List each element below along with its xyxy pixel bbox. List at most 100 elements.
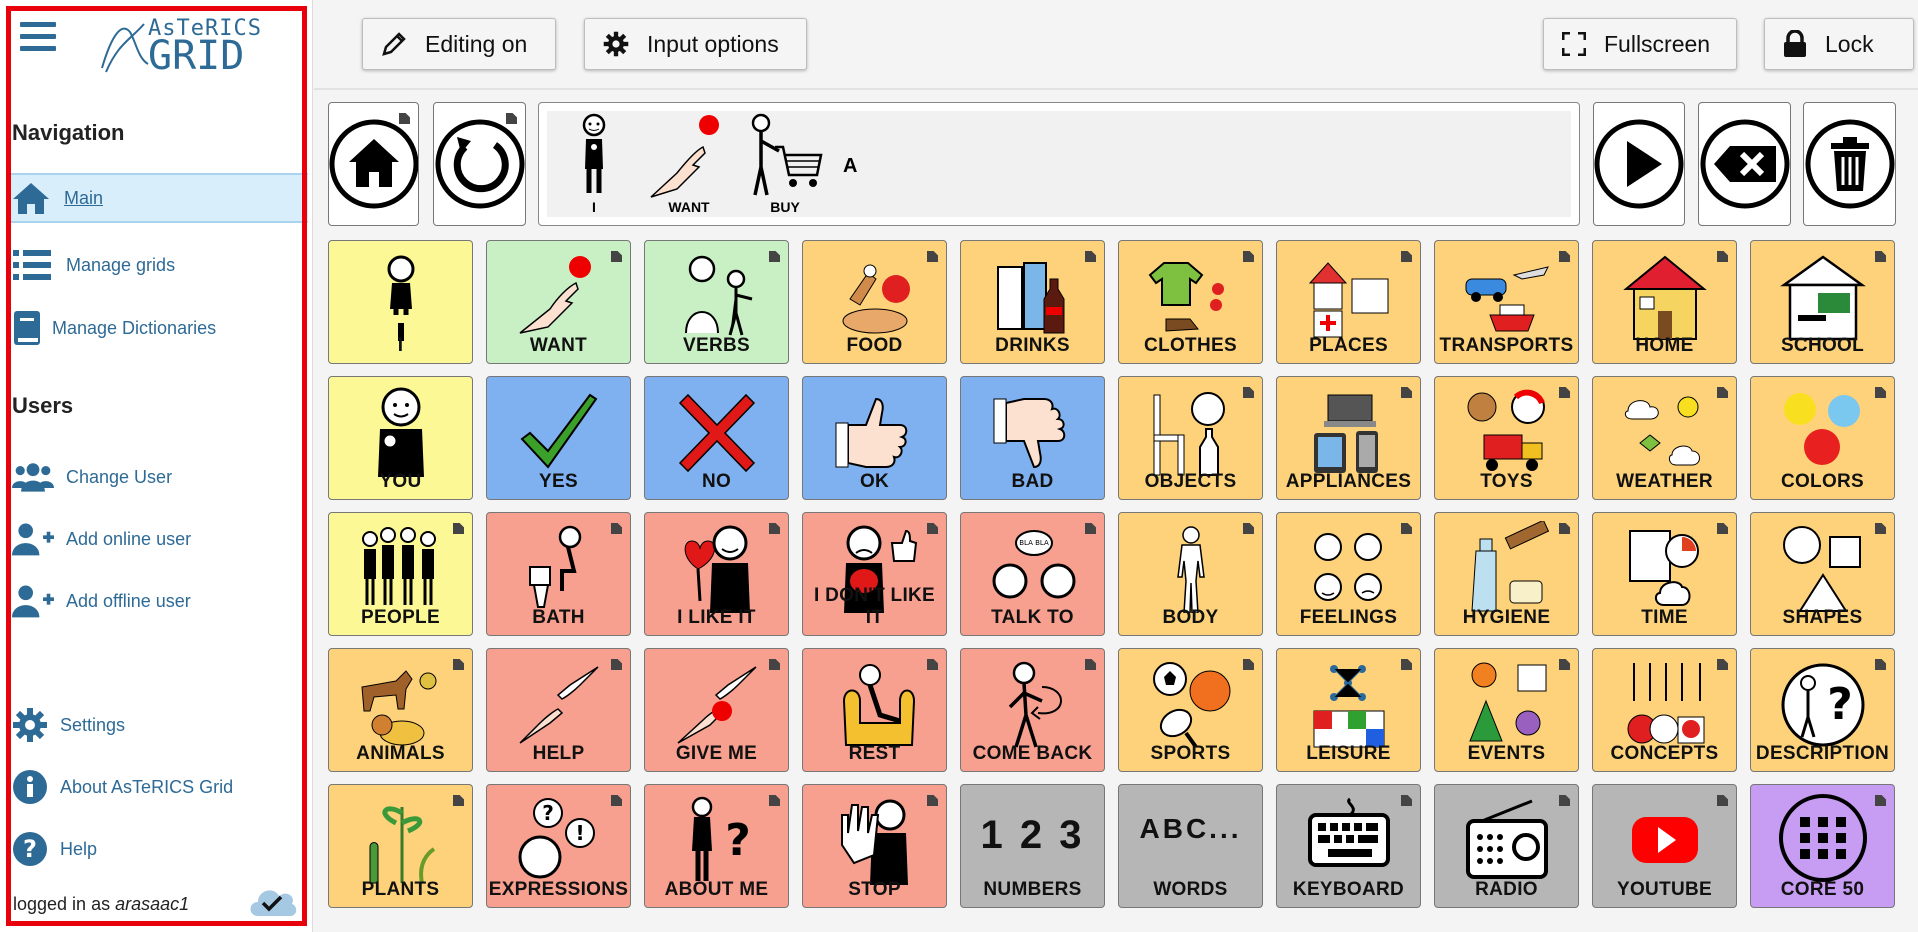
toys-icon [1467, 389, 1545, 471]
grid-cell-about-me[interactable]: ? ABOUT ME [644, 784, 789, 908]
grid-cell-description[interactable]: ? DESCRIPTION [1750, 648, 1895, 772]
grid-cell-home[interactable]: HOME [1592, 240, 1737, 364]
lock-button[interactable]: Lock [1764, 18, 1914, 70]
home-button[interactable] [328, 102, 419, 226]
grid-cell-plants[interactable]: PLANTS [328, 784, 473, 908]
grid-cell-label: SHAPES [1782, 607, 1863, 628]
grid-cell-colors[interactable]: COLORS [1750, 376, 1895, 500]
grid-cell-school[interactable]: SCHOOL [1750, 240, 1895, 364]
come-back-icon [1008, 661, 1062, 748]
sidebar-item-settings[interactable]: Settings [12, 700, 304, 750]
grid-cell-events[interactable]: EVENTS [1434, 648, 1579, 772]
grid-cell-bad[interactable]: BAD [960, 376, 1105, 500]
grid-cell-label: APPLIANCES [1285, 471, 1412, 492]
grid-cell-label: DESCRIPTION [1755, 743, 1890, 764]
grid-cell-i-don-t-like-it[interactable]: I DON'T LIKE IT [802, 512, 947, 636]
grid-cell-keyboard[interactable]: KEYBOARD [1276, 784, 1421, 908]
question-icon: ? [12, 829, 48, 869]
grid-cell-stop[interactable]: STOP [802, 784, 947, 908]
grid-cell-verbs[interactable]: VERBS [644, 240, 789, 364]
undo-button[interactable] [433, 102, 526, 226]
grid-cell-core-50[interactable]: CORE 50 [1750, 784, 1895, 908]
grid-cell-feelings[interactable]: FEELINGS [1276, 512, 1421, 636]
sidebar-item-add-offline-user[interactable]: Add offline user [12, 576, 304, 626]
grid-cell-clothes[interactable]: CLOTHES [1118, 240, 1263, 364]
speak-button[interactable] [1593, 102, 1685, 226]
grid-cell-objects[interactable]: OBJECTS [1118, 376, 1263, 500]
grid-cell-i-like-it[interactable]: I LIKE IT [644, 512, 789, 636]
sidebar-item-change-user[interactable]: Change User [12, 452, 304, 502]
sidebar-item-label: About AsTeRICS Grid [60, 776, 234, 797]
i-icon [387, 255, 414, 341]
grid-cell-body[interactable]: BODY [1118, 512, 1263, 636]
backspace-button[interactable] [1698, 102, 1791, 226]
grid-cell-talk-to[interactable]: BLA BLA TALK TO [960, 512, 1105, 636]
clear-button[interactable] [1803, 102, 1896, 226]
grid-cell-i[interactable]: I [328, 240, 473, 364]
sidebar-item-label: Add online user [66, 528, 192, 549]
grid-cell-shapes[interactable]: SHAPES [1750, 512, 1895, 636]
folder-corner-icon [453, 795, 464, 806]
grid-cell-words[interactable]: ABC... WORDS [1118, 784, 1263, 908]
grid-cell-leisure[interactable]: LEISURE [1276, 648, 1421, 772]
grid-cell-drinks[interactable]: DRINKS [960, 240, 1105, 364]
grid-cell-label: YES [539, 471, 578, 492]
grid-cell-appliances[interactable]: APPLIANCES [1276, 376, 1421, 500]
sidebar-item-add-online-user[interactable]: Add online user [12, 514, 304, 564]
grid-cell-come-back[interactable]: COME BACK [960, 648, 1105, 772]
grid-cell-label: HELP [532, 743, 585, 764]
grid-cell-hygiene[interactable]: HYGIENE [1434, 512, 1579, 636]
grid-cell-places[interactable]: PLACES [1276, 240, 1421, 364]
sidebar-item-help[interactable]: ? Help [12, 824, 304, 874]
grid-cell-give-me[interactable]: GIVE ME [644, 648, 789, 772]
grid-cell-yes[interactable]: YES [486, 376, 631, 500]
sentence-bar[interactable]: I WANT BUY A [538, 102, 1580, 226]
cloud-sync-icon[interactable] [246, 882, 298, 918]
sidebar-item-main[interactable]: Main [10, 173, 308, 223]
leisure-icon [1313, 665, 1384, 748]
grid-cell-label: I LIKE IT [677, 607, 756, 628]
grid-cell-no[interactable]: NO [644, 376, 789, 500]
grid-cell-concepts[interactable]: CONCEPTS [1592, 648, 1737, 772]
grid-cell-numbers[interactable]: 1 2 3 NUMBERS [960, 784, 1105, 908]
lock-icon [1783, 30, 1807, 58]
folder-corner-icon [611, 251, 622, 262]
menu-icon[interactable] [20, 22, 56, 56]
stop-icon [840, 799, 908, 885]
sentence-word-label: I [592, 199, 596, 215]
grid-cell-label: GIVE ME [675, 743, 758, 764]
grid-cell-want[interactable]: WANT [486, 240, 631, 364]
folder-corner-icon [1717, 523, 1728, 534]
grid-cell-help[interactable]: HELP [486, 648, 631, 772]
grid-cell-youtube[interactable]: YOUTUBE [1592, 784, 1737, 908]
grid-cell-radio[interactable]: RADIO [1434, 784, 1579, 908]
grid-cell-label: SCHOOL [1780, 335, 1865, 356]
grid-cell-time[interactable]: TIME [1592, 512, 1737, 636]
grid-cell-weather[interactable]: WEATHER [1592, 376, 1737, 500]
grid-cell-people[interactable]: PEOPLE [328, 512, 473, 636]
sidebar-item-about[interactable]: About AsTeRICS Grid [12, 762, 304, 812]
input-options-button[interactable]: Input options [584, 18, 807, 70]
fullscreen-button[interactable]: Fullscreen [1543, 18, 1737, 70]
sidebar-item-manage-dictionaries[interactable]: Manage Dictionaries [12, 303, 304, 353]
sidebar-item-label: Main [64, 187, 104, 208]
grid-cell-toys[interactable]: TOYS [1434, 376, 1579, 500]
sidebar-item-label: Settings [60, 714, 126, 735]
backspace-icon [1700, 119, 1789, 209]
grid-cell-label: SPORTS [1150, 743, 1231, 764]
sidebar-item-manage-grids[interactable]: Manage grids [12, 240, 304, 290]
grid-cell-bath[interactable]: BATH [486, 512, 631, 636]
expressions-icon: ?! [518, 798, 595, 879]
grid-cell-sports[interactable]: SPORTS [1118, 648, 1263, 772]
editing-on-button[interactable]: Editing on [362, 18, 556, 70]
grid-cell-you[interactable]: YOU [328, 376, 473, 500]
you-icon [377, 387, 424, 477]
grid-cell-food[interactable]: FOOD [802, 240, 947, 364]
grid-cell-expressions[interactable]: ?! EXPRESSIONS [486, 784, 631, 908]
grid-cell-rest[interactable]: REST [802, 648, 947, 772]
grid-cell-transports[interactable]: TRANSPORTS [1434, 240, 1579, 364]
grid-cell-ok[interactable]: OK [802, 376, 947, 500]
grid-cell-animals[interactable]: ANIMALS [328, 648, 473, 772]
folder-corner-icon [769, 795, 780, 806]
gear-icon [603, 31, 629, 57]
